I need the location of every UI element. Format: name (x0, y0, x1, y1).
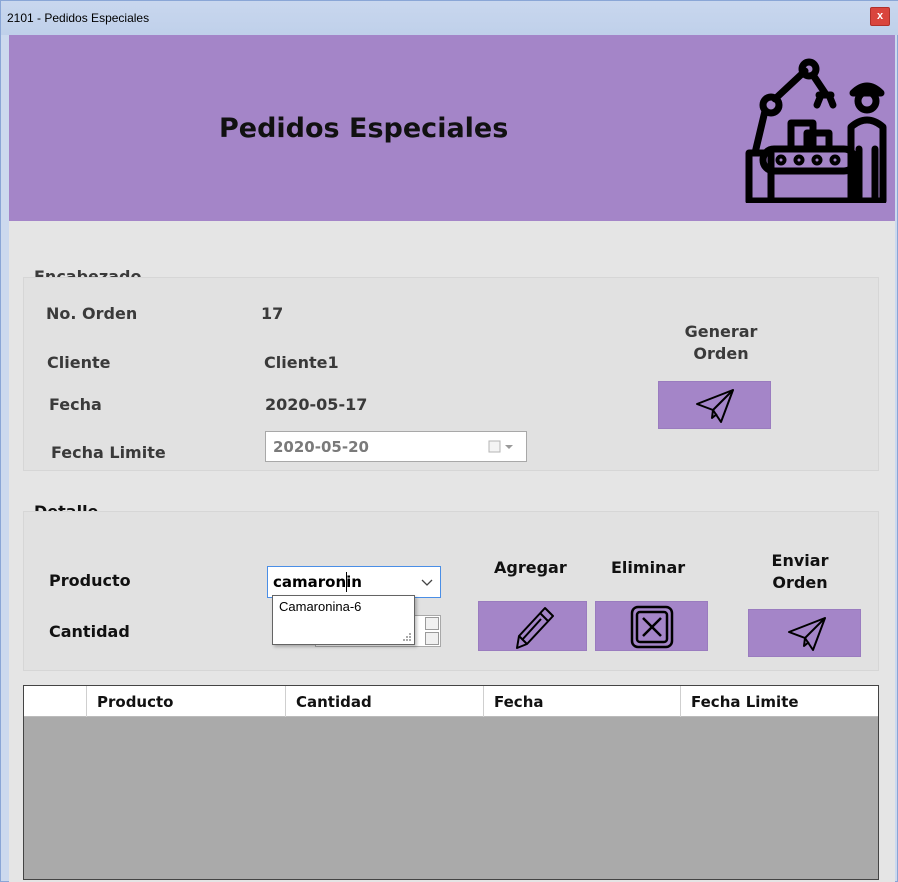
generar-orden-button[interactable] (658, 381, 771, 429)
eliminar-label: Eliminar (611, 558, 686, 577)
pencil-icon (516, 607, 554, 649)
cliente-label: Cliente (47, 353, 111, 372)
fecha-value: 2020-05-17 (265, 395, 368, 414)
agregar-button[interactable] (478, 601, 587, 651)
chevron-down-icon[interactable] (420, 575, 434, 589)
form-client-area: Pedidos Especiales No. Orden 17 Cliente … (9, 35, 895, 882)
eliminar-button[interactable] (595, 601, 708, 651)
generar-orden-label-1: Generar (684, 322, 758, 341)
fecha-limite-value: 2020-05-20 (273, 438, 369, 456)
fecha-limite-label: Fecha Limite (51, 443, 166, 462)
close-box-icon (630, 605, 674, 649)
fecha-label: Fecha (49, 395, 102, 414)
app-window: 2101 - Pedidos Especiales x Pedidos Espe… (0, 0, 898, 882)
producto-label: Producto (49, 571, 131, 590)
agregar-label: Agregar (494, 558, 567, 577)
page-title: Pedidos Especiales (219, 113, 509, 144)
producto-input-value: camaronin (273, 573, 362, 591)
enviar-orden-label-2: Orden (772, 573, 828, 592)
cantidad-spinner[interactable] (425, 617, 439, 645)
cliente-value: Cliente1 (264, 353, 339, 372)
generar-orden-label-2: Orden (693, 344, 749, 363)
grid-col-producto[interactable]: Producto (86, 686, 285, 717)
orden-label: No. Orden (46, 304, 138, 323)
producto-suggestions: Camaronina-6 (272, 595, 415, 645)
window-title: 2101 - Pedidos Especiales (7, 11, 150, 25)
fecha-limite-datepicker[interactable]: 2020-05-20 (265, 431, 527, 462)
orden-value: 17 (261, 304, 284, 323)
title-bar[interactable]: 2101 - Pedidos Especiales x (1, 1, 898, 35)
spinner-down-icon[interactable] (425, 632, 439, 645)
spinner-up-icon[interactable] (425, 617, 439, 630)
header-banner: Pedidos Especiales (9, 35, 895, 221)
calendar-dropdown-icon[interactable] (488, 439, 516, 455)
grid-col-selector[interactable] (24, 686, 86, 717)
text-caret (346, 572, 347, 592)
paper-plane-icon (788, 617, 826, 651)
producto-combobox[interactable]: camaronin (267, 566, 441, 598)
cantidad-label: Cantidad (49, 622, 130, 641)
detalle-data-grid[interactable]: Producto Cantidad Fecha Fecha Limite (23, 685, 879, 880)
grid-header: Producto Cantidad Fecha Fecha Limite (24, 686, 878, 717)
grid-col-fecha[interactable]: Fecha (483, 686, 680, 717)
factory-icon (745, 58, 887, 203)
suggestion-item[interactable]: Camaronina-6 (279, 599, 361, 614)
paper-plane-icon (696, 389, 734, 423)
enviar-orden-button[interactable] (748, 609, 861, 657)
grid-col-fecha-limite[interactable]: Fecha Limite (680, 686, 878, 717)
enviar-orden-label-1: Enviar (771, 551, 829, 570)
resize-grip-icon[interactable] (402, 632, 412, 642)
close-button[interactable]: x (870, 7, 890, 26)
grid-col-cantidad[interactable]: Cantidad (285, 686, 483, 717)
